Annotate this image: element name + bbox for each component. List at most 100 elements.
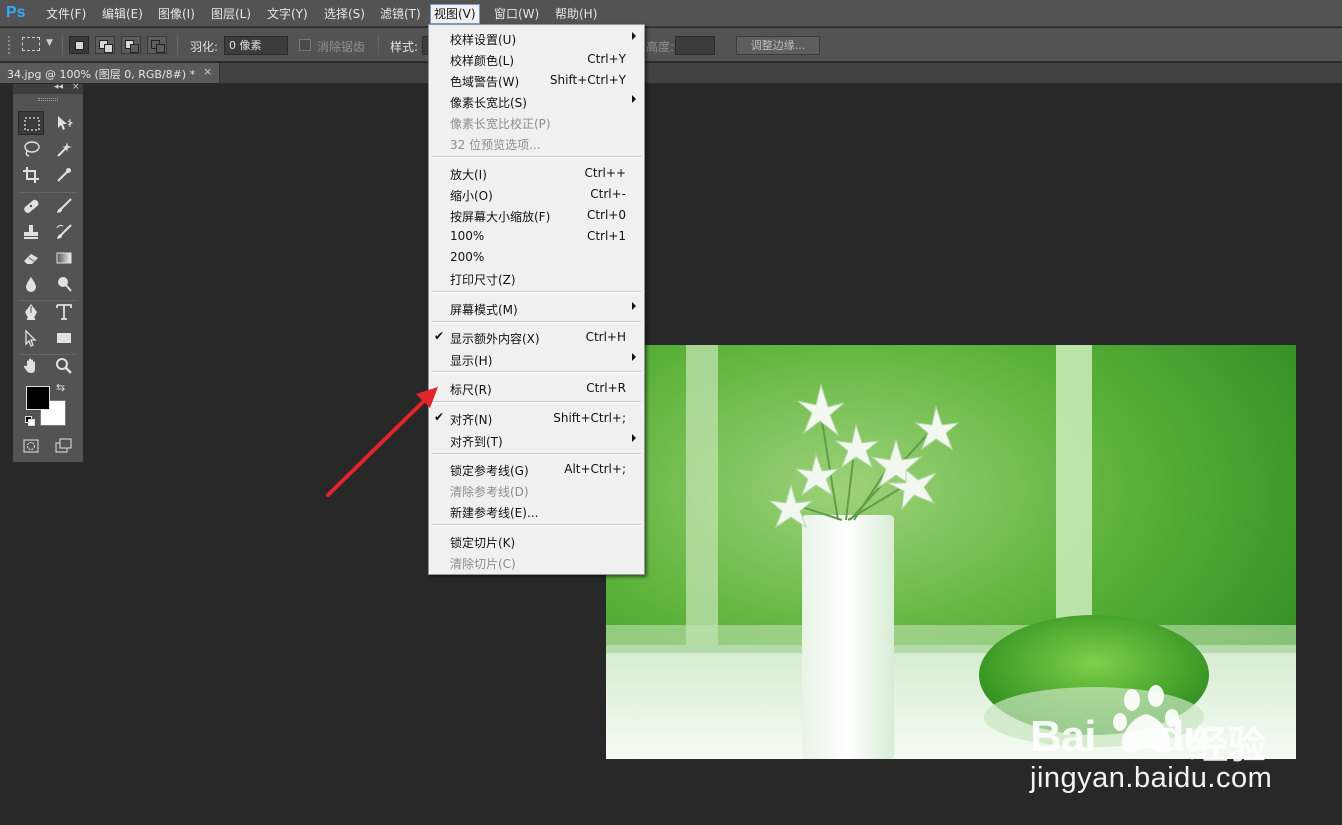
- dodge-icon: [58, 277, 72, 292]
- submenu-arrow-icon: [632, 353, 636, 361]
- menu-filter[interactable]: 滤镜(T): [377, 5, 424, 23]
- baidu-watermark: Bai du: [1030, 712, 1210, 762]
- intersect-selection-button[interactable]: [147, 36, 167, 54]
- menu-item-rulers[interactable]: 标尺(R) Ctrl+R: [429, 378, 644, 398]
- annotation-arrow-icon: [326, 387, 438, 497]
- menu-image[interactable]: 图像(I): [155, 5, 198, 23]
- menu-item-shortcut: Ctrl+-: [590, 187, 626, 201]
- path-selection-tool[interactable]: [18, 326, 44, 350]
- magic-wand-icon: [57, 142, 72, 157]
- menu-item-200-percent[interactable]: 200%: [429, 247, 644, 267]
- menu-type[interactable]: 文字(Y): [264, 5, 311, 23]
- chevron-down-icon[interactable]: ▼: [46, 38, 53, 48]
- menu-item-label: 像素长宽比校正(P): [450, 117, 551, 131]
- gradient-tool[interactable]: [51, 246, 77, 270]
- default-colors-icon[interactable]: [25, 416, 36, 427]
- foreground-color-swatch[interactable]: [26, 386, 50, 410]
- move-tool[interactable]: [51, 111, 77, 135]
- dodge-tool[interactable]: [51, 272, 77, 296]
- menu-item-extras[interactable]: ✔ 显示额外内容(X) Ctrl+H: [429, 327, 644, 347]
- menu-item-label: 200%: [450, 250, 485, 264]
- menu-item-snap-to[interactable]: 对齐到(T): [429, 430, 644, 450]
- collapse-icon[interactable]: ◂◂: [54, 82, 63, 92]
- menu-item-gamut-warning[interactable]: 色域警告(W) Shift+Ctrl+Y: [429, 70, 644, 90]
- menu-item-new-guide[interactable]: 新建参考线(E)...: [429, 501, 644, 521]
- menu-item-label: 缩小(O): [450, 189, 493, 203]
- menu-item-pixel-aspect-ratio[interactable]: 像素长宽比(S): [429, 91, 644, 111]
- document-tab[interactable]: 34.jpg @ 100% (图层 0, RGB/8#) * ×: [0, 63, 220, 83]
- arrow-pointer-icon: [25, 329, 37, 347]
- menu-item-proof-colors[interactable]: 校样颜色(L) Ctrl+Y: [429, 49, 644, 69]
- menu-help[interactable]: 帮助(H): [552, 5, 600, 23]
- menu-item-lock-guides[interactable]: 锁定参考线(G) Alt+Ctrl+;: [429, 459, 644, 479]
- menu-layer[interactable]: 图层(L): [208, 5, 254, 23]
- menu-separator: [432, 524, 641, 526]
- baidu-brand-text: Bai: [1030, 712, 1096, 761]
- eraser-tool[interactable]: [18, 246, 44, 270]
- new-selection-button[interactable]: [69, 36, 89, 54]
- menu-item-zoom-in[interactable]: 放大(I) Ctrl++: [429, 163, 644, 183]
- crop-tool[interactable]: [18, 163, 44, 187]
- menu-item-pixel-aspect-correction: 像素长宽比校正(P): [429, 112, 644, 132]
- menu-item-label: 打印尺寸(Z): [450, 273, 516, 287]
- history-brush-tool[interactable]: [51, 220, 77, 244]
- screen-mode-button[interactable]: [51, 434, 77, 458]
- close-icon[interactable]: ×: [72, 82, 80, 92]
- menu-view[interactable]: 视图(V): [430, 4, 480, 24]
- clone-stamp-tool[interactable]: [18, 220, 44, 244]
- eyedropper-tool[interactable]: [51, 163, 77, 187]
- rectangle-tool[interactable]: [51, 326, 77, 350]
- menu-item-shortcut: Ctrl+1: [586, 229, 626, 243]
- tool-preset-picker[interactable]: [22, 37, 40, 51]
- menu-window[interactable]: 窗口(W): [491, 5, 542, 23]
- menu-select[interactable]: 选择(S): [321, 5, 368, 23]
- antialias-checkbox[interactable]: [299, 39, 311, 51]
- menu-item-print-size[interactable]: 打印尺寸(Z): [429, 268, 644, 288]
- refine-edge-button[interactable]: 调整边缘...: [736, 36, 820, 55]
- menu-item-label: 对齐到(T): [450, 435, 503, 449]
- menu-item-label: 显示(H): [450, 354, 493, 368]
- canvas-image[interactable]: [606, 345, 1296, 759]
- options-bar-grip[interactable]: [8, 36, 10, 54]
- add-to-selection-button[interactable]: [95, 36, 115, 54]
- rectangular-marquee-tool[interactable]: [18, 111, 44, 135]
- menu-item-label: 锁定参考线(G): [450, 464, 529, 478]
- tools-panel-header[interactable]: ◂◂ ×: [13, 82, 83, 94]
- menu-edit[interactable]: 编辑(E): [99, 5, 146, 23]
- quick-mask-button[interactable]: [18, 434, 44, 458]
- menu-item-screen-mode[interactable]: 屏幕模式(M): [429, 298, 644, 318]
- menu-item-lock-slices[interactable]: 锁定切片(K): [429, 531, 644, 551]
- menu-item-snap[interactable]: ✔ 对齐(N) Shift+Ctrl+;: [429, 408, 644, 428]
- quick-mask-icon: [23, 439, 39, 453]
- menu-item-label: 对齐(N): [450, 413, 493, 427]
- menu-item-show[interactable]: 显示(H): [429, 349, 644, 369]
- pen-icon: [25, 304, 37, 320]
- jingyan-watermark: 经验: [1190, 723, 1267, 767]
- menu-file[interactable]: 文件(F): [43, 5, 89, 23]
- feather-input[interactable]: 0 像素: [224, 36, 288, 55]
- divider: [378, 35, 379, 55]
- lasso-tool[interactable]: [18, 137, 44, 161]
- submenu-arrow-icon: [632, 302, 636, 310]
- panel-grip[interactable]: [38, 98, 58, 101]
- blur-tool[interactable]: [18, 272, 44, 296]
- zoom-tool[interactable]: [51, 354, 77, 378]
- bandage-icon: [24, 199, 39, 213]
- pen-tool[interactable]: [18, 300, 44, 324]
- swap-colors-icon[interactable]: ⇆: [56, 381, 65, 394]
- menu-item-fit-on-screen[interactable]: 按屏幕大小缩放(F) Ctrl+0: [429, 205, 644, 225]
- photo-flowers-vase: [606, 345, 1296, 759]
- close-icon[interactable]: ×: [203, 65, 212, 78]
- spot-healing-brush-tool[interactable]: [18, 194, 44, 218]
- type-tool[interactable]: [51, 300, 77, 324]
- menu-item-100-percent[interactable]: 100% Ctrl+1: [429, 226, 644, 246]
- hand-tool[interactable]: [18, 354, 44, 378]
- magic-wand-tool[interactable]: [51, 137, 77, 161]
- height-input[interactable]: [675, 36, 715, 55]
- menu-item-label: 显示额外内容(X): [450, 332, 540, 346]
- subtract-from-selection-button[interactable]: [121, 36, 141, 54]
- menu-item-label: 色域警告(W): [450, 75, 520, 89]
- menu-item-zoom-out[interactable]: 缩小(O) Ctrl+-: [429, 184, 644, 204]
- brush-tool[interactable]: [51, 194, 77, 218]
- menu-item-proof-setup[interactable]: 校样设置(U): [429, 28, 644, 48]
